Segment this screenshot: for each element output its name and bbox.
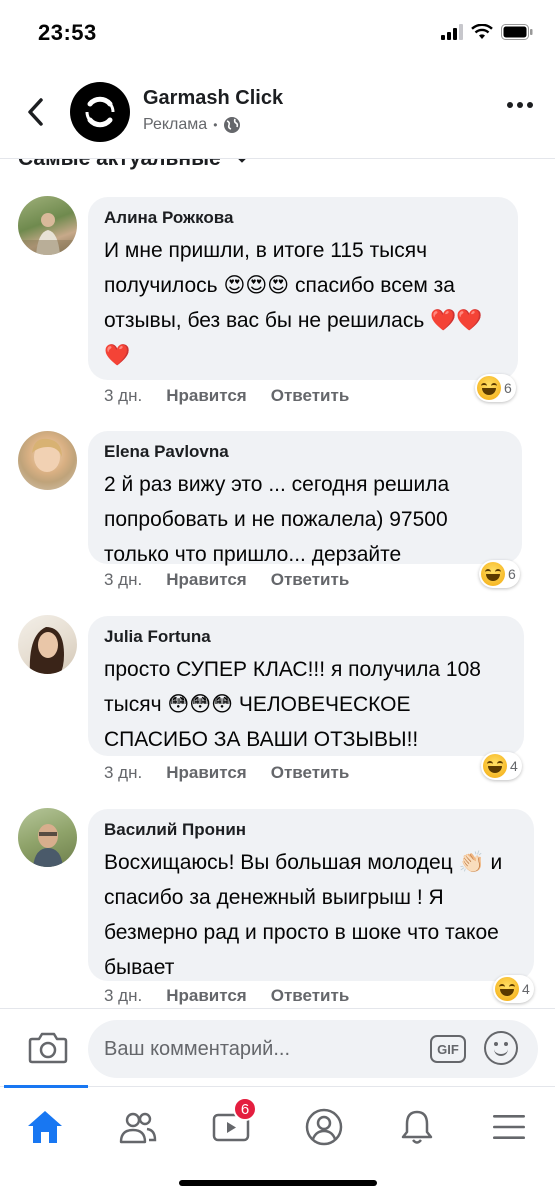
comment-actions: 3 дн. Нравится Ответить [104, 570, 349, 590]
reply-button[interactable]: Ответить [271, 386, 350, 406]
more-dot [517, 102, 523, 108]
reaction-number: 4 [510, 758, 518, 774]
comment-time: 3 дн. [104, 763, 143, 782]
reaction-number: 6 [504, 380, 512, 396]
avatar[interactable] [18, 615, 77, 674]
sort-selector[interactable]: Самые актуальные [18, 159, 249, 171]
comment-time: 3 дн. [104, 570, 143, 589]
sponsored-label: Реклама [143, 116, 208, 133]
wifi-icon [471, 24, 493, 39]
comment-bubble: Julia Fortuna просто СУПЕР КЛАС!!! я пол… [88, 616, 524, 756]
comment-bubble: Алина Рожкова И мне пришли, в итоге 115 … [88, 197, 518, 380]
comment-author[interactable]: Алина Рожкова [104, 207, 502, 229]
profile-icon [305, 1108, 343, 1146]
home-icon [28, 1111, 62, 1143]
haha-reaction-icon [481, 562, 505, 586]
avatar[interactable] [18, 196, 77, 255]
reply-button[interactable]: Ответить [271, 763, 350, 783]
page-logo-icon [85, 96, 115, 128]
sort-clip: Самые актуальные [0, 159, 555, 181]
reaction-count[interactable]: 6 [475, 374, 516, 402]
more-dot [507, 102, 513, 108]
menu-icon [493, 1115, 525, 1139]
avatar-photo [29, 627, 64, 674]
comment-author[interactable]: Julia Fortuna [104, 626, 508, 648]
camera-button[interactable] [28, 1029, 68, 1065]
comment-text: И мне пришли, в итоге 115 тысяч получило… [104, 239, 483, 367]
status-time: 23:53 [38, 20, 97, 45]
camera-icon [28, 1032, 68, 1064]
status-bar: 23:53 [0, 0, 555, 68]
page-name[interactable]: Garmash Click [143, 87, 283, 110]
like-button[interactable]: Нравится [166, 763, 247, 783]
tab-friends[interactable] [108, 1097, 168, 1157]
comment-actions: 3 дн. Нравится Ответить [104, 986, 349, 1006]
comment-time: 3 дн. [104, 986, 143, 1005]
page-avatar[interactable] [70, 82, 130, 142]
page-subtitle: Реклама • [143, 116, 241, 134]
comment-text: 2 й раз вижу это ... сегодня решила попр… [104, 473, 450, 566]
avatar[interactable] [18, 431, 77, 490]
header-divider [0, 158, 555, 159]
like-button[interactable]: Нравится [166, 986, 247, 1006]
avatar[interactable] [18, 808, 77, 867]
tab-menu[interactable] [479, 1097, 539, 1157]
like-button[interactable]: Нравится [166, 570, 247, 590]
signal-icon [441, 24, 463, 40]
reaction-number: 6 [508, 566, 516, 582]
notification-badge: 6 [233, 1097, 257, 1121]
dot-separator: • [213, 118, 218, 132]
back-button[interactable] [20, 94, 50, 130]
home-indicator [179, 1180, 377, 1186]
bell-icon [401, 1110, 433, 1144]
globe-icon [224, 117, 241, 133]
comment-input-placeholder: Ваш комментарий... [104, 1037, 291, 1060]
gif-button[interactable]: GIF [430, 1035, 466, 1063]
reply-button[interactable]: Ответить [271, 570, 350, 590]
reply-button[interactable]: Ответить [271, 986, 350, 1006]
avatar-photo [18, 213, 77, 255]
avatar-photo [32, 438, 62, 472]
reaction-count[interactable]: 6 [479, 560, 520, 588]
sort-label: Самые актуальные [18, 159, 221, 171]
reaction-count[interactable]: 4 [493, 975, 534, 1003]
comment-bubble: Василий Пронин Восхищаюсь! Вы большая мо… [88, 809, 534, 981]
comment-input[interactable]: Ваш комментарий... [88, 1020, 538, 1078]
comment-text: просто СУПЕР КЛАС!!! я получила 108 тыся… [104, 658, 481, 751]
reaction-number: 4 [522, 981, 530, 997]
emoji-button[interactable] [484, 1031, 518, 1065]
haha-reaction-icon [495, 977, 519, 1001]
battery-icon [501, 24, 533, 40]
status-icons [441, 24, 533, 40]
comment-time: 3 дн. [104, 386, 143, 405]
chevron-left-icon [28, 98, 43, 126]
active-tab-indicator [4, 1085, 88, 1088]
comment-actions: 3 дн. Нравится Ответить [104, 763, 349, 783]
tab-profile[interactable] [294, 1097, 354, 1157]
comment-composer: Ваш комментарий... GIF [0, 1008, 555, 1086]
more-dot [527, 102, 533, 108]
haha-reaction-icon [483, 754, 507, 778]
avatar-photo [33, 824, 63, 867]
like-button[interactable]: Нравится [166, 386, 247, 406]
comment-text: Восхищаюсь! Вы большая молодец 👏🏻 и спас… [104, 851, 503, 979]
comment-actions: 3 дн. Нравится Ответить [104, 386, 349, 406]
post-header: Garmash Click Реклама • [0, 68, 555, 158]
friends-icon [119, 1112, 157, 1144]
haha-reaction-icon [477, 376, 501, 400]
comment-author[interactable]: Василий Пронин [104, 819, 518, 841]
comment-author[interactable]: Elena Pavlovna [104, 441, 506, 463]
tab-notifications[interactable] [387, 1097, 447, 1157]
tab-home[interactable] [15, 1097, 75, 1157]
chevron-down-icon [237, 159, 246, 163]
reaction-count[interactable]: 4 [481, 752, 522, 780]
comment-bubble: Elena Pavlovna 2 й раз вижу это ... сего… [88, 431, 522, 566]
tab-watch[interactable]: 6 [201, 1097, 261, 1157]
more-options-button[interactable] [507, 102, 533, 108]
